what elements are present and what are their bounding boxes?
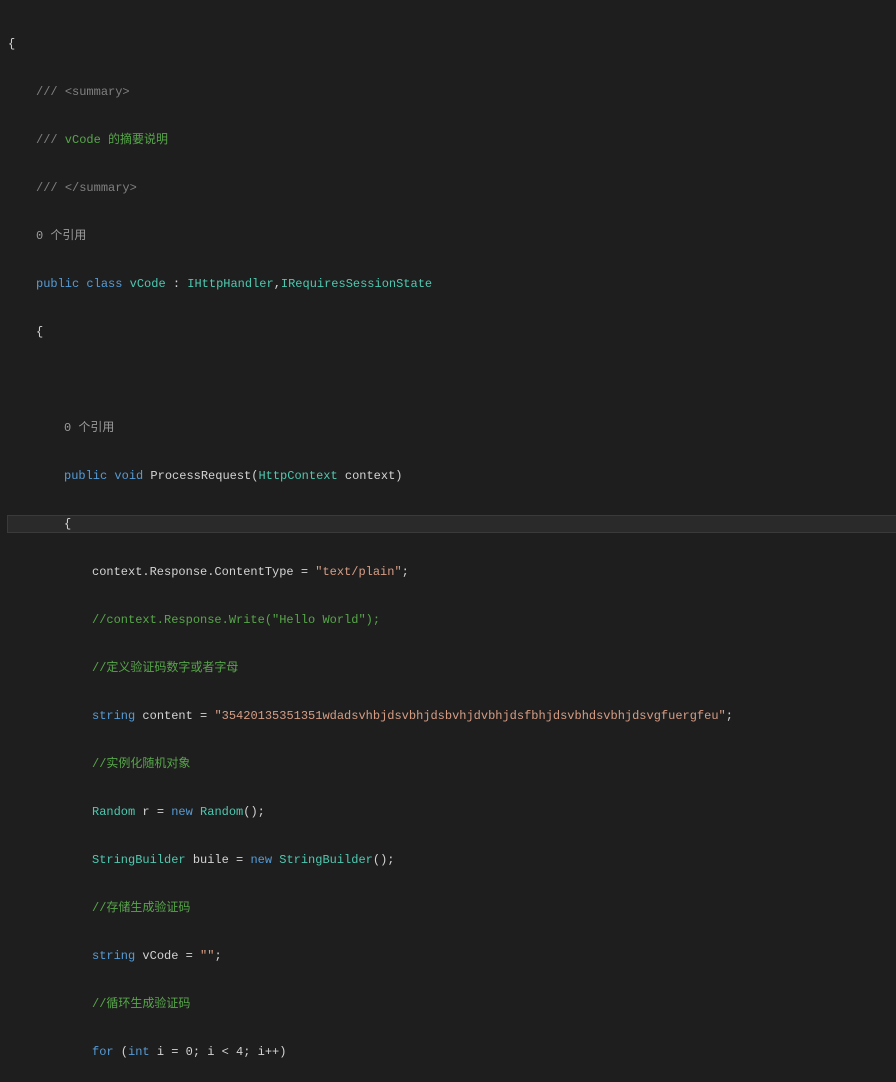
punct: (); (243, 804, 265, 820)
code-text (193, 804, 200, 820)
keyword: int (128, 1044, 150, 1060)
code-line: { (8, 36, 896, 52)
keyword: string (92, 708, 135, 724)
comment: //context.Response.Write("Hello World"); (92, 612, 380, 628)
string: "" (200, 948, 214, 964)
xmldoc: /// (36, 132, 58, 148)
code-text: buile = (186, 852, 251, 868)
comment: //实例化随机对象 (92, 756, 190, 772)
code-text: vCode = (135, 948, 200, 964)
code-line: Random r = new Random(); (8, 804, 896, 820)
code-line: /// </summary> (8, 180, 896, 196)
code-line: //存储生成验证码 (8, 900, 896, 916)
keyword: string (92, 948, 135, 964)
type-name: HttpContext (258, 468, 337, 484)
code-line: public class vCode : IHttpHandler,IRequi… (8, 276, 896, 292)
code-text: i = 0; i < 4; i++) (150, 1044, 287, 1060)
code-line: { (8, 324, 896, 340)
keyword: for (92, 1044, 114, 1060)
type-name: StringBuilder (279, 852, 373, 868)
brace: { (8, 36, 15, 52)
code-line: /// vCode 的摘要说明 (8, 132, 896, 148)
string: "text/plain" (315, 564, 401, 580)
code-line: /// <summary> (8, 84, 896, 100)
code-line: 0 个引用 (8, 420, 896, 436)
xmldoc: /// (36, 84, 65, 100)
code-text (272, 852, 279, 868)
code-line: 0 个引用 (8, 228, 896, 244)
code-text: context.Response.ContentType = (92, 564, 315, 580)
code-line: //循环生成验证码 (8, 996, 896, 1012)
code-line: //实例化随机对象 (8, 756, 896, 772)
xmldoc: /// (36, 180, 65, 196)
code-line: string vCode = ""; (8, 948, 896, 964)
keyword: new (250, 852, 272, 868)
code-text: content = (135, 708, 214, 724)
references-count[interactable]: 0 个引用 (64, 420, 114, 436)
xmldoc-text: vCode 的摘要说明 (58, 132, 168, 148)
keyword: class (86, 276, 122, 292)
keyword: public (64, 468, 107, 484)
punct: ; (726, 708, 733, 724)
code-editor[interactable]: { /// <summary> /// vCode 的摘要说明 /// </su… (0, 0, 896, 1082)
type-name: vCode (130, 276, 166, 292)
punct: ; (402, 564, 409, 580)
string: "35420135351351wdadsvhbjdsvbhjdsbvhjdvbh… (214, 708, 725, 724)
interface: IRequiresSessionState (281, 276, 432, 292)
punct: ( (114, 1044, 128, 1060)
code-line: StringBuilder buile = new StringBuilder(… (8, 852, 896, 868)
xmldoc-tag: </summary> (65, 180, 137, 196)
comment: //存储生成验证码 (92, 900, 190, 916)
punct: : (166, 276, 188, 292)
punct: (); (373, 852, 395, 868)
type-name: Random (92, 804, 135, 820)
brace: { (64, 516, 71, 532)
keyword: public (36, 276, 79, 292)
comment: //定义验证码数字或者字母 (92, 660, 238, 676)
code-line: public void ProcessRequest(HttpContext c… (8, 468, 896, 484)
comment: //循环生成验证码 (92, 996, 190, 1012)
type-name: StringBuilder (92, 852, 186, 868)
interface: IHttpHandler (187, 276, 273, 292)
punct: ; (214, 948, 221, 964)
keyword: void (114, 468, 143, 484)
brace: { (36, 324, 43, 340)
code-line-current: { (8, 516, 896, 532)
code-line: //context.Response.Write("Hello World"); (8, 612, 896, 628)
punct: , (274, 276, 281, 292)
code-line: for (int i = 0; i < 4; i++) (8, 1044, 896, 1060)
xmldoc-tag: <summary> (65, 84, 130, 100)
code-line: string content = "35420135351351wdadsvhb… (8, 708, 896, 724)
type-name: Random (200, 804, 243, 820)
code-line: //定义验证码数字或者字母 (8, 660, 896, 676)
method-name: ProcessRequest( (143, 468, 258, 484)
param: context) (338, 468, 403, 484)
code-line: context.Response.ContentType = "text/pla… (8, 564, 896, 580)
keyword: new (171, 804, 193, 820)
code-text: r = (135, 804, 171, 820)
references-count[interactable]: 0 个引用 (36, 228, 86, 244)
code-line (8, 372, 896, 388)
